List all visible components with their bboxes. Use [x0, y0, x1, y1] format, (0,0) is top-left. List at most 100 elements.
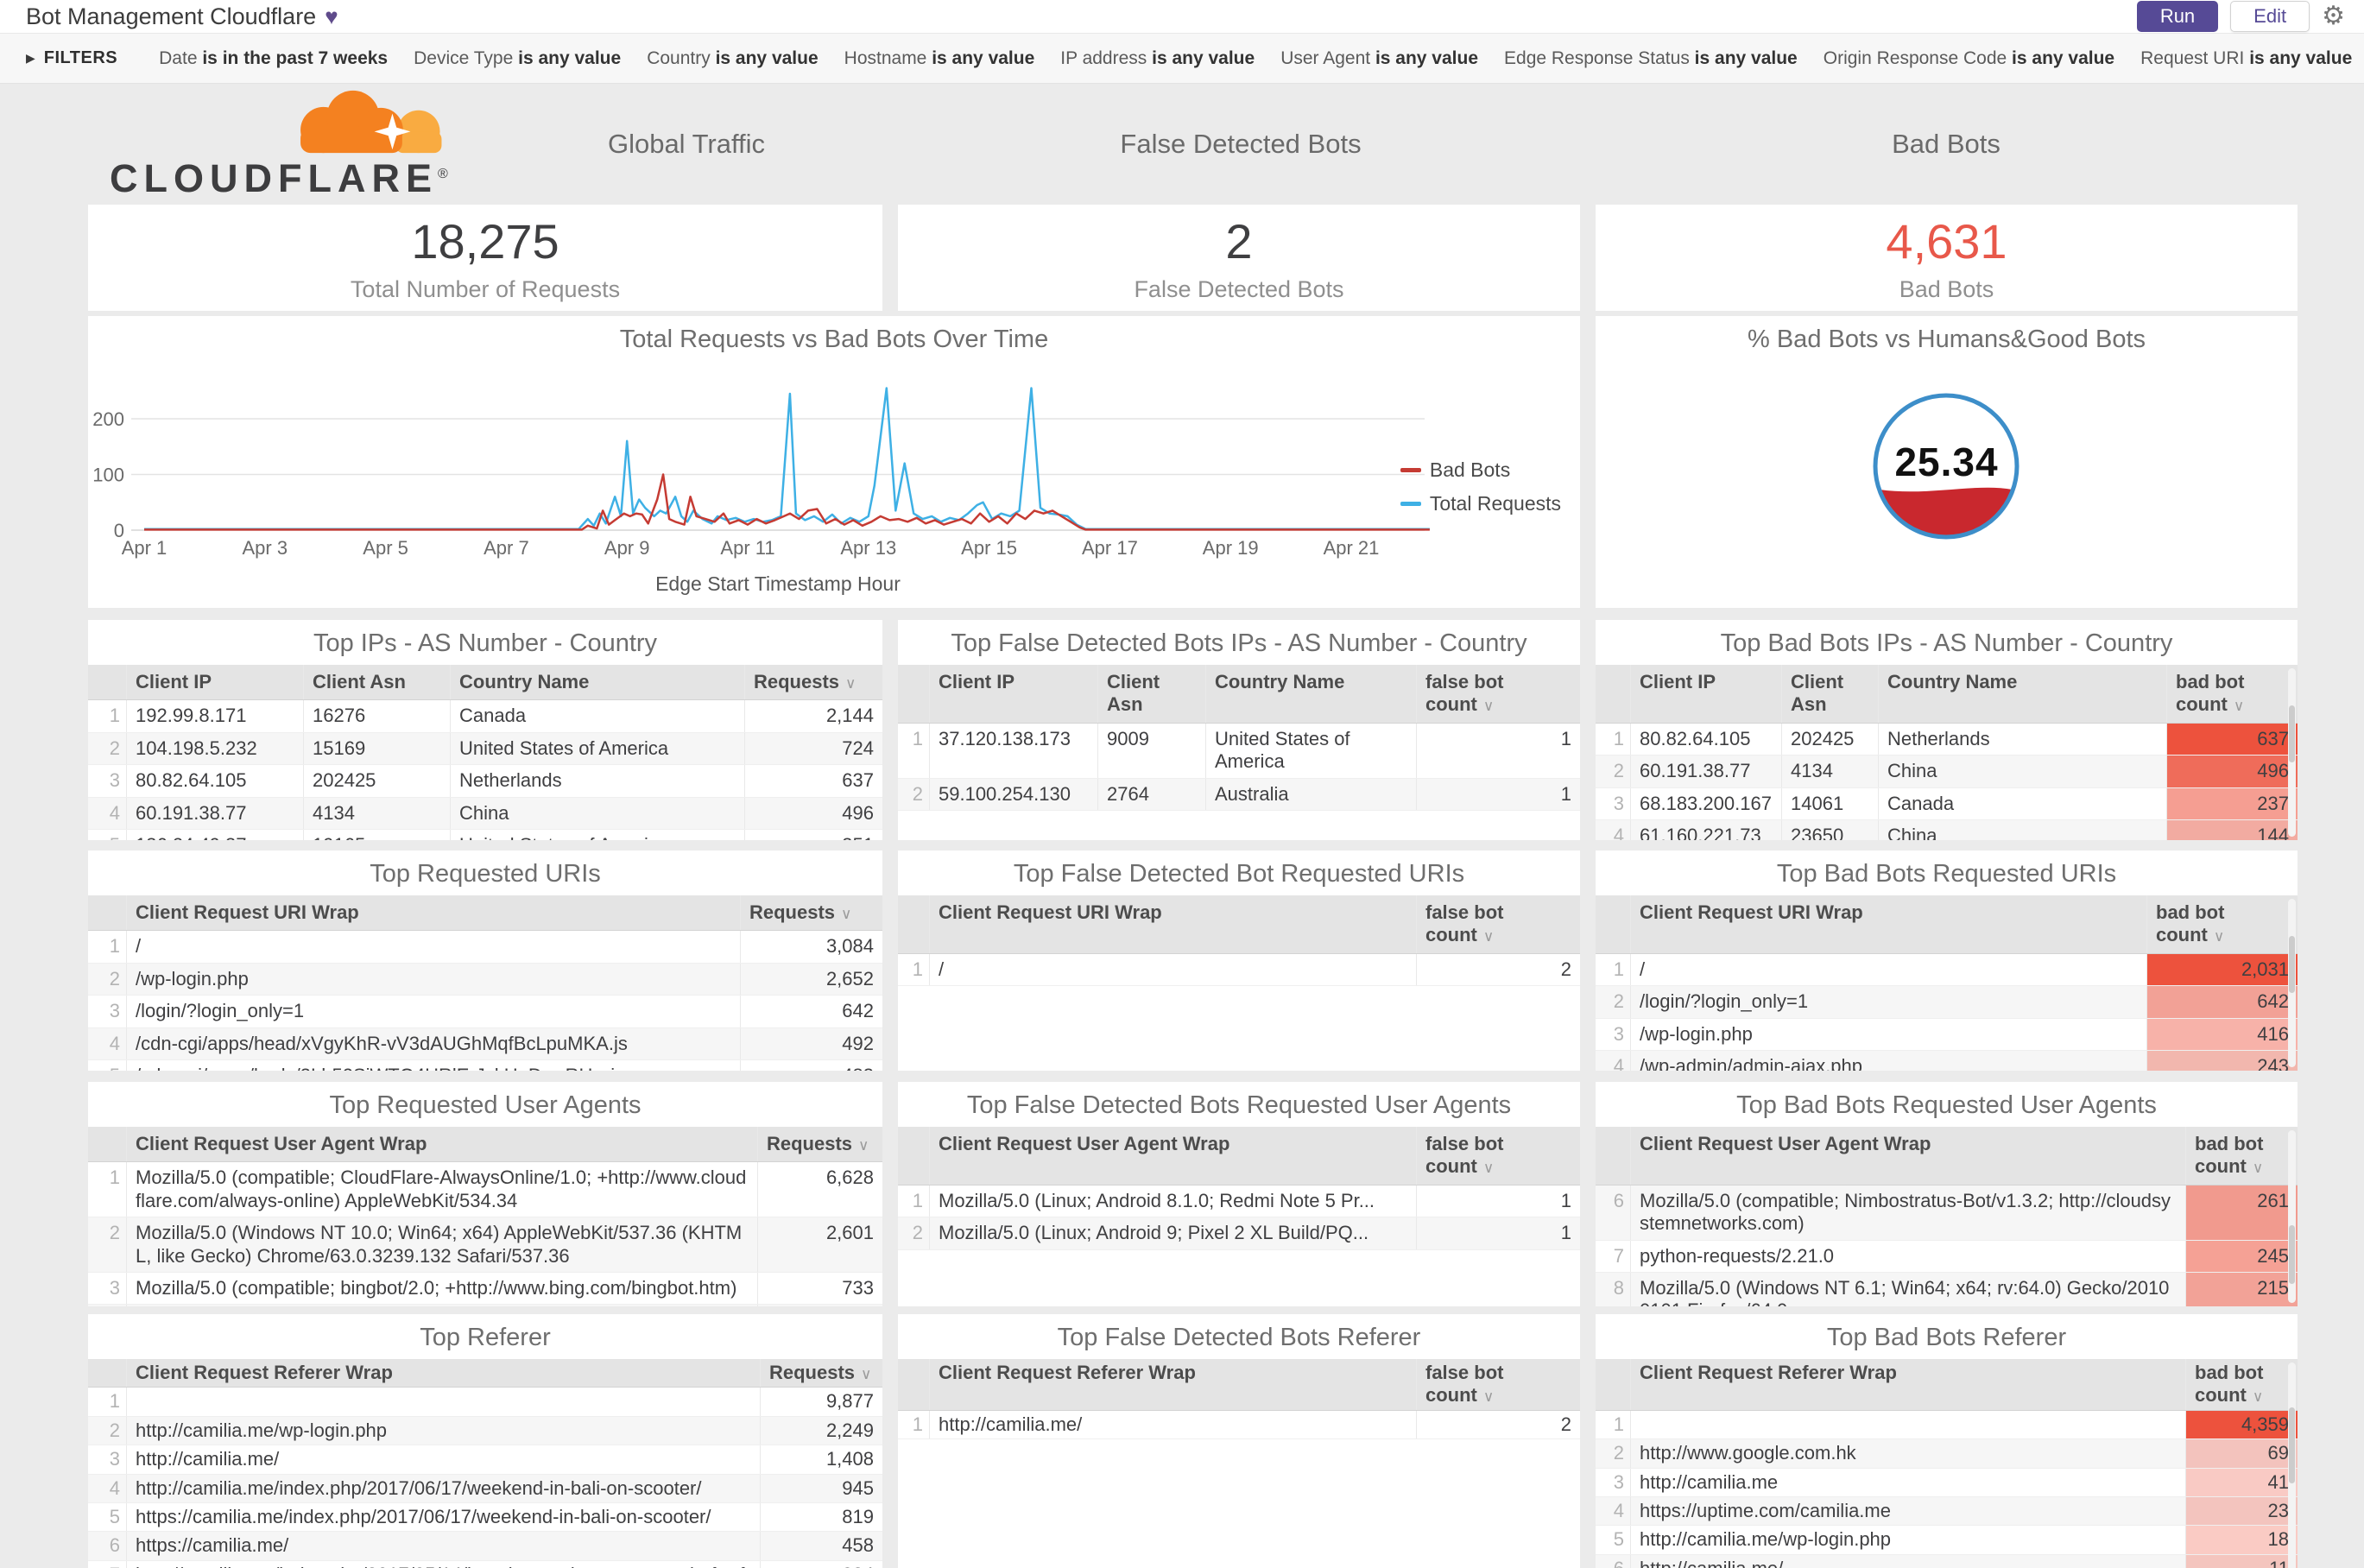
cell-count[interactable]: 1: [1416, 723, 1580, 778]
run-button[interactable]: Run: [2136, 1, 2219, 32]
cell[interactable]: Australia: [1205, 778, 1416, 810]
column-header-client-request-uri-wrap[interactable]: Client Request URI Wrap: [126, 895, 740, 931]
cell[interactable]: https://camilia.me/index.php/2017/06/17/…: [126, 1502, 760, 1532]
cell-count[interactable]: 215: [2185, 1272, 2298, 1306]
cell[interactable]: /wp-login.php: [126, 963, 740, 996]
cell-count[interactable]: 243: [2146, 1050, 2298, 1071]
cell[interactable]: Canada: [450, 700, 744, 732]
table-row[interactable]: 3 Mozilla/5.0 (compatible; bingbot/2.0; +…: [88, 1272, 882, 1306]
column-header-requests[interactable]: Requests ∨: [757, 1127, 882, 1162]
table-row[interactable]: 6http://camilia.me/11: [1596, 1554, 2298, 1568]
cell[interactable]: Canada: [1878, 787, 2166, 819]
column-header-client-request-uri-wrap[interactable]: Client Request URI Wrap: [929, 895, 1416, 953]
table-row[interactable]: 3 http://camilia.me 41: [1596, 1468, 2298, 1497]
cell-count[interactable]: 1: [1416, 1217, 1580, 1249]
cell[interactable]: 37.120.138.173: [929, 723, 1097, 778]
sort-desc-icon[interactable]: ∨: [1483, 698, 1494, 714]
cell-count[interactable]: 724: [744, 732, 882, 765]
scrollbar[interactable]: [2288, 1130, 2296, 1303]
cell-count[interactable]: 681: [757, 1305, 882, 1306]
table-row[interactable]: 7http://camilia.me/index.php/2017/05/14/…: [88, 1560, 882, 1568]
column-header-country-name[interactable]: Country Name: [450, 665, 744, 700]
cell-count[interactable]: 245: [2185, 1240, 2298, 1272]
table-row[interactable]: 3/login/?login_only=1 642: [88, 996, 882, 1028]
cell-count[interactable]: 351: [744, 829, 882, 840]
scrollbar-thumb[interactable]: [2289, 1407, 2295, 1484]
cell[interactable]: 14061: [1781, 787, 1878, 819]
column-header-client-asn[interactable]: Client Asn: [1097, 665, 1205, 723]
sort-desc-icon[interactable]: ∨: [845, 675, 856, 692]
column-header-false-bot-count[interactable]: false bot count ∨: [1416, 665, 1580, 723]
cell[interactable]: https://uptime.com/camilia.me: [1630, 1496, 2185, 1526]
cell[interactable]: United States of America: [450, 829, 744, 840]
table-row[interactable]: 2 Mozilla/5.0 (Linux; Android 9; Pixel 2 …: [898, 1217, 1580, 1250]
table-row[interactable]: 1 9,877: [88, 1388, 882, 1417]
table-row[interactable]: 3/wp-login.php 416: [1596, 1018, 2298, 1051]
table-row[interactable]: 1 Mozilla/5.0 (Linux; Android 8.1.0; Redm…: [898, 1185, 1580, 1218]
table-row[interactable]: 4 http://camilia.me/index.php/2017/06/17/…: [88, 1474, 882, 1503]
cell-count[interactable]: 2,144: [744, 700, 882, 732]
cell[interactable]: China: [450, 797, 744, 829]
cell-count[interactable]: 2,249: [760, 1416, 882, 1445]
cell[interactable]: http://camilia.me/: [126, 1445, 760, 1474]
filter-item-edge-response-status[interactable]: Edge Response Status is any value: [1504, 48, 1798, 69]
column-header-bad-bot-count[interactable]: bad bot count ∨: [2146, 895, 2298, 953]
cell-count[interactable]: 23: [2185, 1496, 2298, 1526]
table-row[interactable]: 2 60.191.38.77 4134 China 496: [1596, 756, 2298, 788]
cell[interactable]: 192.99.8.171: [126, 700, 303, 732]
filter-item-ip-address[interactable]: IP address is any value: [1060, 48, 1255, 69]
table-row[interactable]: 7 python-requests/2.21.0 245: [1596, 1240, 2298, 1273]
cell[interactable]: http://camilia.me/index.php/2017/06/17/w…: [126, 1474, 760, 1502]
column-header-client-request-referer-wrap[interactable]: Client Request Referer Wrap: [126, 1359, 760, 1388]
table-row[interactable]: 2 http://camilia.me/wp-login.php 2,249: [88, 1416, 882, 1446]
cell-count[interactable]: 6,628: [757, 1162, 882, 1217]
cell-count[interactable]: 642: [740, 996, 882, 1027]
cell-count[interactable]: 492: [740, 1027, 882, 1059]
column-header-bad-bot-count[interactable]: bad bot count ∨: [2185, 1127, 2298, 1185]
cell[interactable]: Mozilla/5.0 (compatible; Nimbostratus-Bo…: [1630, 1185, 2185, 1240]
filter-item-country[interactable]: Country is any value: [647, 48, 818, 69]
cell-count[interactable]: 496: [2166, 756, 2298, 787]
column-header-requests[interactable]: Requests ∨: [760, 1359, 882, 1388]
cell-count[interactable]: 11: [2185, 1554, 2298, 1568]
table-row[interactable]: 4 61.160.221.73 23650 China 144: [1596, 819, 2298, 840]
scrollbar-thumb[interactable]: [2289, 705, 2295, 763]
cell-count[interactable]: 69: [2185, 1439, 2298, 1468]
filter-item-request-uri[interactable]: Request URI is any value: [2140, 48, 2352, 69]
cell-count[interactable]: 2: [1416, 1410, 1580, 1439]
cell[interactable]: Netherlands: [1878, 723, 2166, 756]
cell[interactable]: http://camilia.me/index.php/2017/05/14/h…: [126, 1560, 760, 1568]
cell-count[interactable]: 945: [760, 1474, 882, 1502]
cell-count[interactable]: 637: [2166, 723, 2298, 756]
cell-count[interactable]: 819: [760, 1502, 882, 1532]
cell[interactable]: /: [1630, 953, 2146, 986]
cell[interactable]: United States of America: [1205, 723, 1416, 778]
cell[interactable]: 9009: [1097, 723, 1205, 778]
scrollbar-thumb[interactable]: [2289, 935, 2295, 994]
gear-icon[interactable]: ⚙: [2322, 3, 2345, 29]
cell[interactable]: 80.82.64.105: [1630, 723, 1781, 756]
table-row[interactable]: 6 Mozilla/5.0 (compatible; Nimbostratus-B…: [1596, 1185, 2298, 1241]
cell[interactable]: Mozilla/5.0 (compatible; CloudFlare-Alwa…: [126, 1162, 757, 1217]
column-header-client-request-user-agent-wrap[interactable]: Client Request User Agent Wrap: [1630, 1127, 2185, 1185]
cell[interactable]: 23650: [1781, 819, 1878, 840]
cell[interactable]: /wp-login.php: [1630, 1018, 2146, 1050]
cell[interactable]: /: [126, 931, 740, 963]
sort-desc-icon[interactable]: ∨: [1483, 1388, 1494, 1405]
cell-count[interactable]: 9,877: [760, 1388, 882, 1416]
cell[interactable]: 68.183.200.167: [1630, 787, 1781, 819]
cell[interactable]: Mozilla/5.0 (Linux; Android 9; Pixel 2 X…: [929, 1217, 1416, 1249]
table-row[interactable]: 1 80.82.64.105 202425 Netherlands 637: [1596, 723, 2298, 756]
column-header-false-bot-count[interactable]: false bot count ∨: [1416, 1359, 1580, 1410]
cell[interactable]: http://camilia.me: [1630, 1468, 2185, 1496]
series-total-requests[interactable]: [144, 387, 1430, 530]
cell[interactable]: http://www.google.com.hk: [1630, 1439, 2185, 1468]
column-header-client-request-user-agent-wrap[interactable]: Client Request User Agent Wrap: [929, 1127, 1416, 1185]
filter-item-origin-response-code[interactable]: Origin Response Code is any value: [1824, 48, 2114, 69]
table-row[interactable]: 2 59.100.254.130 2764 Australia 1: [898, 778, 1580, 811]
table-row[interactable]: 2/wp-login.php 2,652: [88, 963, 882, 996]
filter-item-hostname[interactable]: Hostname is any value: [844, 48, 1035, 69]
cell[interactable]: http://camilia.me/wp-login.php: [1630, 1526, 2185, 1554]
cell-count[interactable]: 3,084: [740, 931, 882, 963]
cell[interactable]: 2764: [1097, 778, 1205, 810]
